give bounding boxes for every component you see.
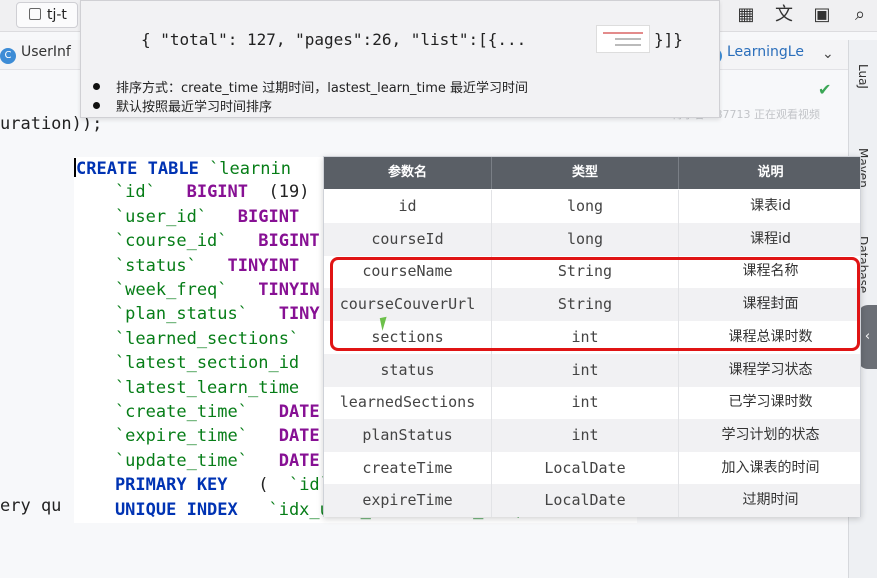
code-token: `id` bbox=[268, 475, 330, 496]
code-line: `latest_learn_time bbox=[74, 378, 299, 402]
col-header-type: 类型 bbox=[492, 157, 679, 189]
code-token: `latest_section_id bbox=[74, 353, 300, 374]
param-name-cell: createTime bbox=[324, 451, 492, 485]
code-token: `update_time` bbox=[74, 450, 259, 471]
bullet-item: 排序方式：create_time 过期时间，lastest_learn_time… bbox=[93, 77, 528, 96]
param-desc-cell: 课程id bbox=[750, 230, 791, 247]
highlight-box bbox=[330, 257, 860, 351]
bullet-item: 默认按照最近学习时间排序 bbox=[93, 96, 528, 115]
code-line: `plan_status` TINY bbox=[74, 304, 320, 328]
project-tab[interactable]: tj-t bbox=[16, 2, 78, 28]
tab-user-info[interactable]: C UserInf bbox=[0, 44, 71, 64]
check-icon: ✔ bbox=[818, 80, 832, 99]
doc-note-popup: { "total": 127, "pages":26, "list":[{...… bbox=[80, 0, 720, 118]
code-token: `user_id` bbox=[74, 206, 218, 227]
param-name-cell: status bbox=[324, 353, 492, 387]
table-row: createTime LocalDate 加入课表的时间 bbox=[324, 451, 860, 485]
grid-icon[interactable]: ▦ bbox=[735, 4, 757, 26]
col-header-name: 参数名 bbox=[324, 157, 492, 189]
json-sample: { "total": 127, "pages":26, "list":[{... bbox=[141, 30, 527, 49]
param-name-cell: expireTime bbox=[324, 484, 492, 518]
table-row: courseId long 课程id bbox=[324, 222, 860, 256]
code-line: `user_id` BIGINT (1 bbox=[74, 207, 340, 231]
code-token: `expire_time` bbox=[74, 426, 259, 447]
table-row: learnedSections int 已学习课时数 bbox=[324, 386, 860, 420]
tab-learning-lesson[interactable]: CLearningLe bbox=[706, 44, 804, 64]
code-line: CREATE TABLE `learnin bbox=[74, 158, 291, 182]
param-name-cell: courseId bbox=[324, 222, 492, 256]
param-type-cell: int bbox=[492, 353, 679, 387]
code-line: `course_id` BIGINT bbox=[74, 231, 320, 255]
code-line: `expire_time` DATE bbox=[74, 426, 320, 450]
param-type-cell: int bbox=[492, 386, 679, 420]
code-token: CREATE TABLE bbox=[76, 159, 210, 179]
param-name-cell: learnedSections bbox=[324, 386, 492, 420]
code-token: `learned_sections` bbox=[74, 328, 300, 349]
code-token: BIGINT bbox=[237, 231, 320, 252]
code-line: `update_time` DATE bbox=[74, 451, 320, 475]
param-desc-cell: 加入课表的时间 bbox=[721, 459, 820, 476]
table-row: expireTime LocalDate 过期时间 bbox=[324, 484, 860, 518]
param-table-header: 参数名 类型 说明 bbox=[324, 157, 860, 189]
param-type-cell: LocalDate bbox=[492, 484, 679, 518]
code-token: UNIQUE INDEX bbox=[74, 499, 248, 520]
code-token: `create_time` bbox=[74, 402, 259, 422]
code-token: TINY bbox=[258, 304, 320, 325]
json-close: }]} bbox=[654, 30, 683, 49]
code-line: `week_freq` TINYIN bbox=[74, 280, 320, 304]
code-token: `week_freq` bbox=[74, 280, 238, 300]
param-desc-cell: 过期时间 bbox=[742, 492, 799, 509]
doc-bullets: 排序方式：create_time 过期时间，lastest_learn_time… bbox=[93, 77, 528, 115]
code-line: `learned_sections` bbox=[74, 329, 299, 353]
toolbar-right: ▦ 文 ▣ ⌕ bbox=[735, 4, 871, 26]
param-desc-cell: 课表id bbox=[750, 198, 791, 214]
param-type-cell: LocalDate bbox=[492, 451, 679, 485]
code-token: TINYIN bbox=[237, 280, 320, 300]
table-row: status int 课程学习状态 bbox=[324, 353, 860, 387]
code-line: `create_time` DATE bbox=[74, 402, 320, 426]
code-token: DATE bbox=[258, 450, 320, 471]
param-name-cell: id bbox=[324, 190, 492, 223]
code-line: `latest_section_id bbox=[74, 353, 299, 377]
translate-icon[interactable]: 文 bbox=[773, 4, 795, 26]
chevron-down-icon[interactable]: ⌄ bbox=[822, 46, 834, 62]
code-token: `course_id` bbox=[74, 231, 238, 252]
code-token: DATE bbox=[258, 402, 320, 422]
code-token: (19) bbox=[248, 182, 320, 203]
code-line: `id` BIGINT (19) NO bbox=[74, 182, 361, 206]
code-token: BIGINT bbox=[166, 182, 249, 203]
param-type-cell: int bbox=[492, 418, 679, 452]
search-icon[interactable]: ⌕ bbox=[849, 4, 871, 26]
table-row: id long 课表id bbox=[324, 190, 860, 223]
code-token: `learnin bbox=[209, 159, 291, 179]
param-type-cell: long bbox=[492, 190, 679, 223]
code-token: TINYINT bbox=[207, 255, 300, 276]
code-token: `latest_learn_time bbox=[74, 377, 300, 398]
code-fragment: ery qu bbox=[0, 496, 62, 516]
code-line: PRIMARY KEY ( `id` ) bbox=[74, 475, 361, 499]
table-row: planStatus int 学习计划的状态 bbox=[324, 418, 860, 452]
col-header-desc: 说明 bbox=[757, 165, 784, 180]
param-desc-cell: 已学习课时数 bbox=[728, 394, 813, 411]
thumbnail-image bbox=[596, 25, 650, 53]
window-icon bbox=[29, 8, 41, 20]
code-line: `status` TINYINT (3 bbox=[74, 256, 340, 280]
param-type-cell: long bbox=[492, 222, 679, 256]
luaj-tool[interactable]: LuaJ bbox=[856, 64, 870, 89]
code-token: BIGINT bbox=[217, 206, 300, 227]
code-token: `id` bbox=[74, 182, 167, 203]
code-token: `plan_status` bbox=[74, 304, 259, 325]
code-token: PRIMARY KEY bbox=[74, 475, 238, 496]
class-icon: C bbox=[0, 48, 16, 64]
code-token: ( bbox=[237, 475, 269, 496]
window-panel-icon[interactable]: ▣ bbox=[811, 4, 833, 26]
param-desc-cell: 课程学习状态 bbox=[728, 361, 813, 378]
code-token: DATE bbox=[258, 426, 320, 447]
code-token: `status` bbox=[74, 255, 208, 276]
param-desc-cell: 学习计划的状态 bbox=[721, 426, 820, 443]
param-name-cell: planStatus bbox=[324, 418, 492, 452]
